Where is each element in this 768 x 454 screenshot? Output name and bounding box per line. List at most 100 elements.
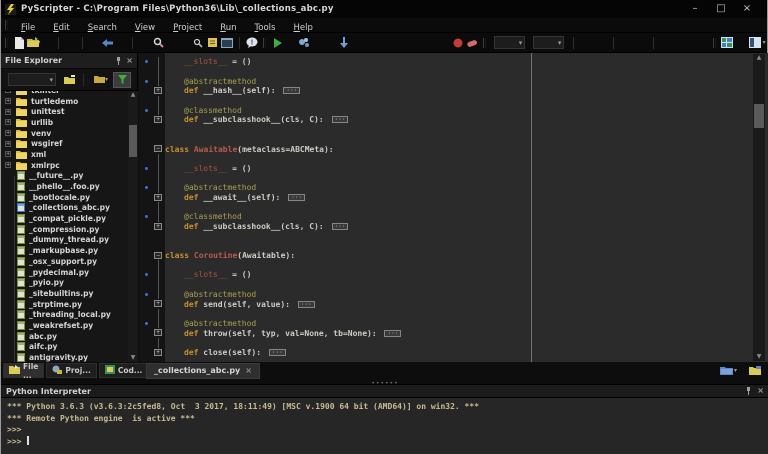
code-line[interactable] (139, 337, 768, 348)
layout-view-icon[interactable]: ▾ (747, 35, 767, 50)
tree-file-_compat_pickle.py[interactable]: _compat_pickle.py (1, 213, 128, 224)
record-macro-icon[interactable] (451, 35, 465, 50)
close-tab-icon[interactable]: × (245, 366, 252, 375)
tree-folder-wsgiref[interactable]: + wsgiref (1, 138, 128, 149)
fold-toggle-icon[interactable]: + (154, 329, 162, 337)
code-line[interactable] (139, 95, 768, 106)
code-line[interactable] (139, 153, 768, 164)
tree-file-_dummy_thread.py[interactable]: _dummy_thread.py (1, 235, 128, 246)
open-file-icon[interactable] (26, 35, 41, 50)
run-config-combo[interactable]: ▾ (494, 36, 526, 49)
fold-toggle-icon[interactable]: + (154, 300, 162, 308)
code-editor[interactable]: __slots__ = () @abstractmethod + def __hash… (139, 53, 768, 362)
stop-macro-icon[interactable] (465, 35, 479, 50)
editor-window-icon[interactable] (220, 35, 234, 50)
fold-toggle-icon[interactable]: + (154, 87, 162, 95)
expand-icon[interactable]: + (5, 119, 11, 126)
run-icon[interactable] (270, 35, 284, 50)
code-line[interactable]: @abstractmethod (139, 182, 768, 193)
tree-file-_threading_local.py[interactable]: _threading_local.py (1, 309, 128, 320)
code-line[interactable] (139, 308, 768, 319)
code-line[interactable]: + def close(self): ··· (139, 348, 768, 358)
pin-icon[interactable] (115, 56, 122, 65)
tree-file-_collections_abc.py[interactable]: _collections_abc.py (1, 203, 128, 214)
editor-scrollbar[interactable]: ▲ ▼ (753, 54, 765, 361)
code-line[interactable]: + def send(self, value): ··· (139, 299, 768, 309)
code-line[interactable] (139, 66, 768, 77)
tree-file-_sitebuiltins.py[interactable]: _sitebuiltins.py (1, 288, 128, 299)
folder-options-icon[interactable]: ▾ (89, 72, 113, 88)
minimize-button[interactable]: – (689, 4, 701, 14)
code-line[interactable] (139, 135, 768, 145)
code-line[interactable] (139, 173, 768, 183)
code-line[interactable]: + def throw(self, typ, val=None, tb=None)… (139, 328, 768, 338)
expand-icon[interactable]: + (5, 162, 11, 169)
fold-toggle-icon[interactable]: − (154, 145, 162, 153)
interpreter-close-icon[interactable]: × (757, 387, 764, 395)
file-browser-icon[interactable] (749, 361, 761, 380)
fold-toggle-icon[interactable]: − (154, 251, 162, 259)
code-line[interactable]: + def __subclasshook__(cls, C): ··· (139, 115, 768, 125)
code-line[interactable]: __slots__ = () (139, 270, 768, 280)
interpreter-pin-icon[interactable] (745, 387, 752, 395)
new-editor-window-icon[interactable]: ▾ (719, 366, 737, 376)
todo-list-icon[interactable] (205, 35, 219, 50)
code-line[interactable] (139, 125, 768, 135)
code-line[interactable] (139, 231, 768, 241)
console-prompt-line[interactable]: >>> (7, 435, 768, 448)
tree-folder-xmlrpc[interactable]: + xmlrpc (1, 160, 128, 171)
debug-icon[interactable] (297, 35, 311, 50)
back-arrow-icon[interactable] (100, 35, 114, 50)
code-line[interactable]: @classmethod (139, 212, 768, 222)
code-line[interactable] (139, 202, 768, 212)
code-line[interactable]: + def __subclasshook__(cls, C): ··· (139, 222, 768, 232)
code-line[interactable]: − class Awaitable(metaclass=ABCMeta): (139, 144, 768, 154)
new-folder-icon[interactable] (60, 72, 78, 88)
close-button[interactable]: × (741, 4, 753, 14)
step-icon[interactable] (337, 35, 351, 50)
find-in-files-icon[interactable] (191, 35, 205, 50)
tree-file-_osx_support.py[interactable]: _osx_support.py (1, 256, 128, 267)
tree-file-_strptime.py[interactable]: _strptime.py (1, 299, 128, 310)
expand-icon[interactable]: + (5, 140, 11, 147)
fold-toggle-icon[interactable]: + (154, 116, 162, 124)
tree-file-__phello__.foo.py[interactable]: __phello__.foo.py (1, 181, 128, 192)
tree-folder-venv[interactable]: + venv (1, 128, 128, 139)
fold-toggle-icon[interactable]: + (154, 193, 162, 201)
filter-icon[interactable] (113, 71, 131, 88)
tree-file-_pydecimal.py[interactable]: _pydecimal.py (1, 267, 128, 278)
tree-file-abc.py[interactable]: abc.py (1, 331, 128, 342)
code-line[interactable]: __slots__ = () (139, 57, 768, 67)
code-line[interactable] (139, 241, 768, 251)
code-line[interactable]: @abstractmethod (139, 289, 768, 300)
tree-file-_bootlocale.py[interactable]: _bootlocale.py (1, 192, 128, 203)
maximize-button[interactable]: □ (715, 4, 727, 14)
tree-file-_compression.py[interactable]: _compression.py (1, 224, 128, 235)
code-line[interactable]: @abstractmethod (139, 318, 768, 329)
explorer-scrollbar[interactable]: ▲ ▼ (128, 91, 138, 362)
code-line[interactable]: @abstractmethod (139, 76, 768, 87)
path-combo[interactable]: ▾ (8, 73, 56, 86)
tree-folder-urllib[interactable]: + urllib (1, 117, 128, 128)
tree-file-_pyio.py[interactable]: _pyio.py (1, 277, 128, 288)
expand-icon[interactable]: + (5, 130, 11, 137)
code-line[interactable]: @classmethod (139, 105, 768, 116)
fold-toggle-icon[interactable]: + (154, 348, 162, 356)
tree-file-aifc.py[interactable]: aifc.py (1, 342, 128, 353)
messages-icon[interactable]: ! (245, 35, 259, 50)
tree-folder-unittest[interactable]: + unittest (1, 106, 128, 117)
interpreter-console[interactable]: *** Python 3.6.3 (v3.6.3:2c5fed8, Oct 3 … (1, 398, 768, 454)
engine-combo[interactable]: ▾ (533, 36, 565, 49)
expand-icon[interactable]: + (5, 91, 11, 94)
fold-toggle-icon[interactable]: + (154, 222, 162, 230)
expand-icon[interactable]: + (5, 98, 11, 105)
tree-folder-xml[interactable]: + xml (1, 149, 128, 160)
tree-file-__future__.py[interactable]: __future__.py (1, 171, 128, 182)
panel-tab-proj[interactable]: Proj... (46, 363, 97, 378)
tree-folder-turtledemo[interactable]: + turtledemo (1, 96, 128, 107)
code-line[interactable]: − class Coroutine(Awaitable): (139, 251, 768, 261)
code-line[interactable]: + def __await__(self): ··· (139, 193, 768, 203)
close-panel-icon[interactable]: × (126, 56, 133, 65)
new-file-icon[interactable] (12, 35, 26, 50)
code-line[interactable] (139, 279, 768, 290)
